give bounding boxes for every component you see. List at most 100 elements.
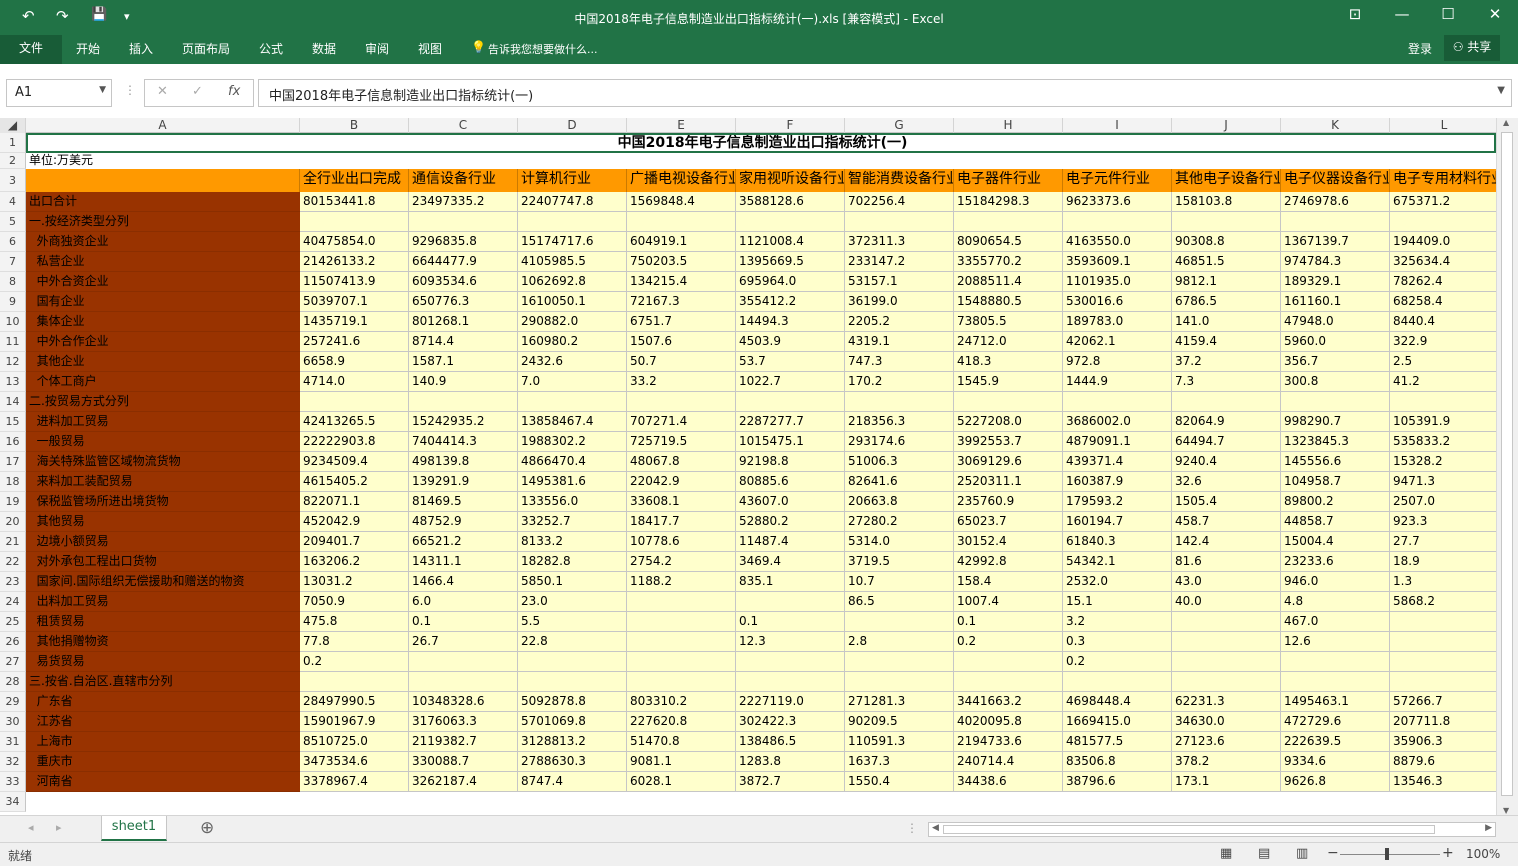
- data-cell[interactable]: 142.4: [1172, 532, 1281, 552]
- column-header-g[interactable]: G: [845, 118, 954, 133]
- data-cell[interactable]: 822071.1: [300, 492, 409, 512]
- row-header[interactable]: 12: [0, 352, 26, 372]
- data-cell[interactable]: 8090654.5: [954, 232, 1063, 252]
- data-cell[interactable]: 27.7: [1390, 532, 1496, 552]
- data-cell[interactable]: [300, 212, 409, 232]
- data-cell[interactable]: 6093534.6: [409, 272, 518, 292]
- column-title-cell[interactable]: 计算机行业: [518, 169, 627, 192]
- column-title-cell[interactable]: [26, 169, 300, 192]
- tell-me-search[interactable]: 告诉我您想要做什么...: [488, 41, 598, 57]
- sheet-tab-sheet1[interactable]: sheet1: [101, 816, 167, 841]
- data-cell[interactable]: [627, 632, 736, 652]
- data-cell[interactable]: 675371.2: [1390, 192, 1496, 212]
- minimize-button[interactable]: —: [1387, 5, 1417, 23]
- data-cell[interactable]: 8133.2: [518, 532, 627, 552]
- data-cell[interactable]: [1172, 212, 1281, 232]
- data-cell[interactable]: 43607.0: [736, 492, 845, 512]
- data-cell[interactable]: 15.1: [1063, 592, 1172, 612]
- data-cell[interactable]: [409, 652, 518, 672]
- data-cell[interactable]: 372311.3: [845, 232, 954, 252]
- column-title-cell[interactable]: 电子专用材料行业: [1390, 169, 1496, 192]
- data-cell[interactable]: 12.3: [736, 632, 845, 652]
- data-cell[interactable]: 8714.4: [409, 332, 518, 352]
- data-cell[interactable]: 998290.7: [1281, 412, 1390, 432]
- data-cell[interactable]: 10778.6: [627, 532, 736, 552]
- data-cell[interactable]: 974784.3: [1281, 252, 1390, 272]
- data-cell[interactable]: 707271.4: [627, 412, 736, 432]
- data-cell[interactable]: 33.2: [627, 372, 736, 392]
- data-cell[interactable]: 3719.5: [845, 552, 954, 572]
- maximize-button[interactable]: ☐: [1433, 5, 1463, 23]
- tab-page-layout[interactable]: 页面布局: [182, 40, 230, 57]
- row-header[interactable]: 31: [0, 732, 26, 752]
- column-title-cell[interactable]: 电子仪器设备行业: [1281, 169, 1390, 192]
- data-cell[interactable]: 61840.3: [1063, 532, 1172, 552]
- data-cell[interactable]: 1101935.0: [1063, 272, 1172, 292]
- data-cell[interactable]: [1172, 652, 1281, 672]
- row-label-cell[interactable]: 对外承包工程出口货物: [26, 552, 300, 572]
- data-cell[interactable]: 82064.9: [1172, 412, 1281, 432]
- data-cell[interactable]: 1495381.6: [518, 472, 627, 492]
- data-cell[interactable]: 1367139.7: [1281, 232, 1390, 252]
- close-button[interactable]: ✕: [1480, 5, 1510, 23]
- data-cell[interactable]: 0.1: [954, 612, 1063, 632]
- data-cell[interactable]: 160980.2: [518, 332, 627, 352]
- data-cell[interactable]: 3593609.1: [1063, 252, 1172, 272]
- data-cell[interactable]: [1390, 652, 1496, 672]
- data-cell[interactable]: 80153441.8: [300, 192, 409, 212]
- enter-icon[interactable]: ✓: [192, 84, 203, 99]
- data-cell[interactable]: 6028.1: [627, 772, 736, 792]
- row-header[interactable]: 26: [0, 632, 26, 652]
- data-cell[interactable]: 170.2: [845, 372, 954, 392]
- data-cell[interactable]: [627, 672, 736, 692]
- row-header[interactable]: 28: [0, 672, 26, 692]
- vertical-scrollbar[interactable]: ▲ ▼: [1496, 118, 1518, 815]
- scroll-down-icon[interactable]: ▼: [1503, 806, 1509, 815]
- data-cell[interactable]: 7404414.3: [409, 432, 518, 452]
- data-cell[interactable]: 83506.8: [1063, 752, 1172, 772]
- data-cell[interactable]: 40475854.0: [300, 232, 409, 252]
- data-cell[interactable]: 33252.7: [518, 512, 627, 532]
- tab-file[interactable]: 文件: [0, 35, 62, 64]
- data-cell[interactable]: 5039707.1: [300, 292, 409, 312]
- data-cell[interactable]: 1637.3: [845, 752, 954, 772]
- column-title-cell[interactable]: 其他电子设备行业: [1172, 169, 1281, 192]
- data-cell[interactable]: 54342.1: [1063, 552, 1172, 572]
- data-cell[interactable]: 158103.8: [1172, 192, 1281, 212]
- data-cell[interactable]: 8879.6: [1390, 752, 1496, 772]
- data-cell[interactable]: 946.0: [1281, 572, 1390, 592]
- tab-view[interactable]: 视图: [418, 40, 442, 57]
- data-cell[interactable]: [409, 672, 518, 692]
- data-cell[interactable]: [518, 392, 627, 412]
- data-cell[interactable]: 28497990.5: [300, 692, 409, 712]
- data-cell[interactable]: 77.8: [300, 632, 409, 652]
- data-cell[interactable]: 1022.7: [736, 372, 845, 392]
- data-cell[interactable]: 13858467.4: [518, 412, 627, 432]
- data-cell[interactable]: 48067.8: [627, 452, 736, 472]
- data-cell[interactable]: 801268.1: [409, 312, 518, 332]
- name-box[interactable]: A1 ▼: [6, 79, 112, 107]
- share-button[interactable]: ⚇ 共享: [1444, 35, 1500, 61]
- data-cell[interactable]: 458.7: [1172, 512, 1281, 532]
- row-header[interactable]: 27: [0, 652, 26, 672]
- data-cell[interactable]: 2432.6: [518, 352, 627, 372]
- data-cell[interactable]: 695964.0: [736, 272, 845, 292]
- data-cell[interactable]: 42992.8: [954, 552, 1063, 572]
- data-cell[interactable]: 293174.6: [845, 432, 954, 452]
- row-label-cell[interactable]: 个体工商户: [26, 372, 300, 392]
- data-cell[interactable]: 89800.2: [1281, 492, 1390, 512]
- row-label-cell[interactable]: 中外合作企业: [26, 332, 300, 352]
- data-cell[interactable]: 92198.8: [736, 452, 845, 472]
- data-cell[interactable]: 1545.9: [954, 372, 1063, 392]
- data-cell[interactable]: 330088.7: [409, 752, 518, 772]
- data-cell[interactable]: 194409.0: [1390, 232, 1496, 252]
- column-header-b[interactable]: B: [300, 118, 409, 133]
- data-cell[interactable]: 50.7: [627, 352, 736, 372]
- data-cell[interactable]: [1390, 612, 1496, 632]
- horizontal-scrollbar[interactable]: ◀ ▶: [928, 822, 1496, 837]
- data-cell[interactable]: 11507413.9: [300, 272, 409, 292]
- row-header[interactable]: 32: [0, 752, 26, 772]
- data-cell[interactable]: 472729.6: [1281, 712, 1390, 732]
- data-cell[interactable]: 173.1: [1172, 772, 1281, 792]
- data-cell[interactable]: [1063, 392, 1172, 412]
